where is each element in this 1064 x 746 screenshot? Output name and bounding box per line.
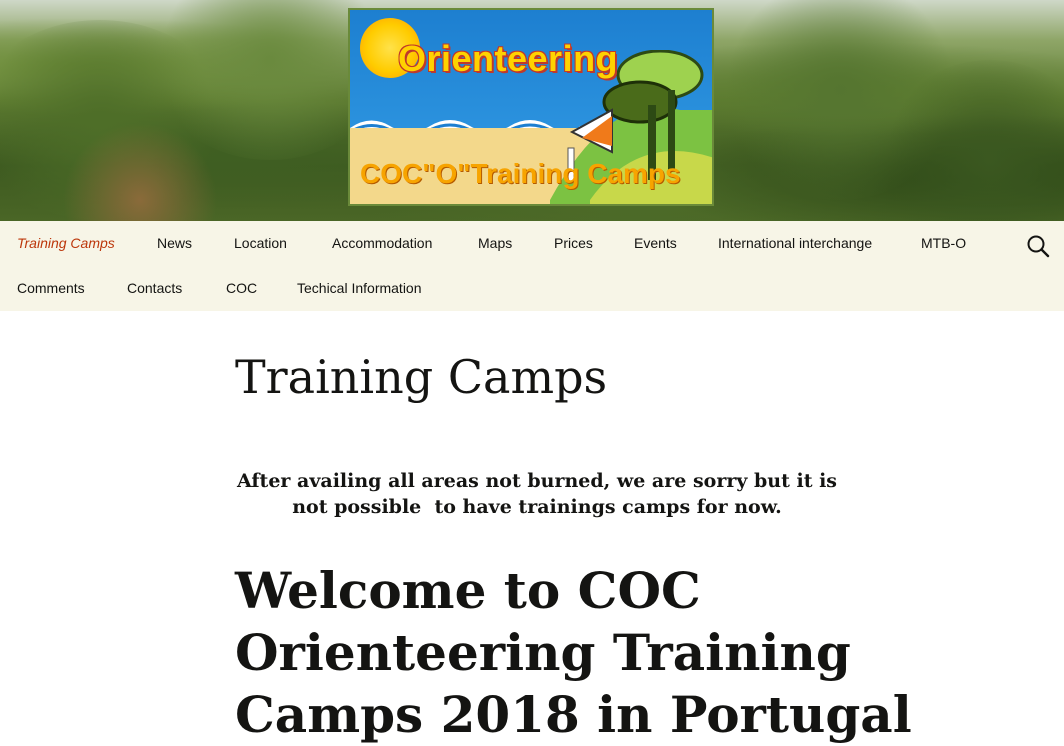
nav-item-comments[interactable]: Comments <box>17 280 85 296</box>
nav-item-maps[interactable]: Maps <box>478 235 512 251</box>
welcome-heading-line: Camps 2018 in Portugal <box>235 685 912 744</box>
nav-item-international-interchange[interactable]: International interchange <box>718 235 872 251</box>
notice-line: After availing all areas not burned, we … <box>236 470 838 492</box>
header-banner: Orienteering COC"O"Training Camps <box>0 0 1064 221</box>
welcome-heading-line: Welcome to COC <box>235 561 701 620</box>
logo-title: Orienteering <box>398 38 619 79</box>
nav-item-location[interactable]: Location <box>234 235 287 251</box>
notice-line: not possible to have trainings camps for… <box>292 496 782 518</box>
main-navigation: Training Camps News Location Accommodati… <box>0 221 1064 311</box>
nav-item-events[interactable]: Events <box>634 235 677 251</box>
nav-item-training-camps[interactable]: Training Camps <box>17 235 115 251</box>
nav-item-mtb-o[interactable]: MTB-O <box>921 235 966 251</box>
nav-item-accommodation[interactable]: Accommodation <box>332 235 432 251</box>
welcome-heading: Welcome to COC Orienteering Training Cam… <box>235 560 912 746</box>
welcome-heading-line: Orienteering Training <box>235 623 851 682</box>
nav-item-coc[interactable]: COC <box>226 280 257 296</box>
site-logo[interactable]: Orienteering COC"O"Training Camps <box>348 8 714 206</box>
nav-item-news[interactable]: News <box>157 235 192 251</box>
nav-item-technical-information[interactable]: Techical Information <box>297 280 422 296</box>
nav-item-prices[interactable]: Prices <box>554 235 593 251</box>
page-title: Training Camps <box>235 350 608 404</box>
search-icon[interactable] <box>1026 234 1050 258</box>
nav-item-contacts[interactable]: Contacts <box>127 280 182 296</box>
logo-subtitle: COC"O"Training Camps <box>360 158 681 189</box>
notice-message: After availing all areas not burned, we … <box>235 468 839 520</box>
